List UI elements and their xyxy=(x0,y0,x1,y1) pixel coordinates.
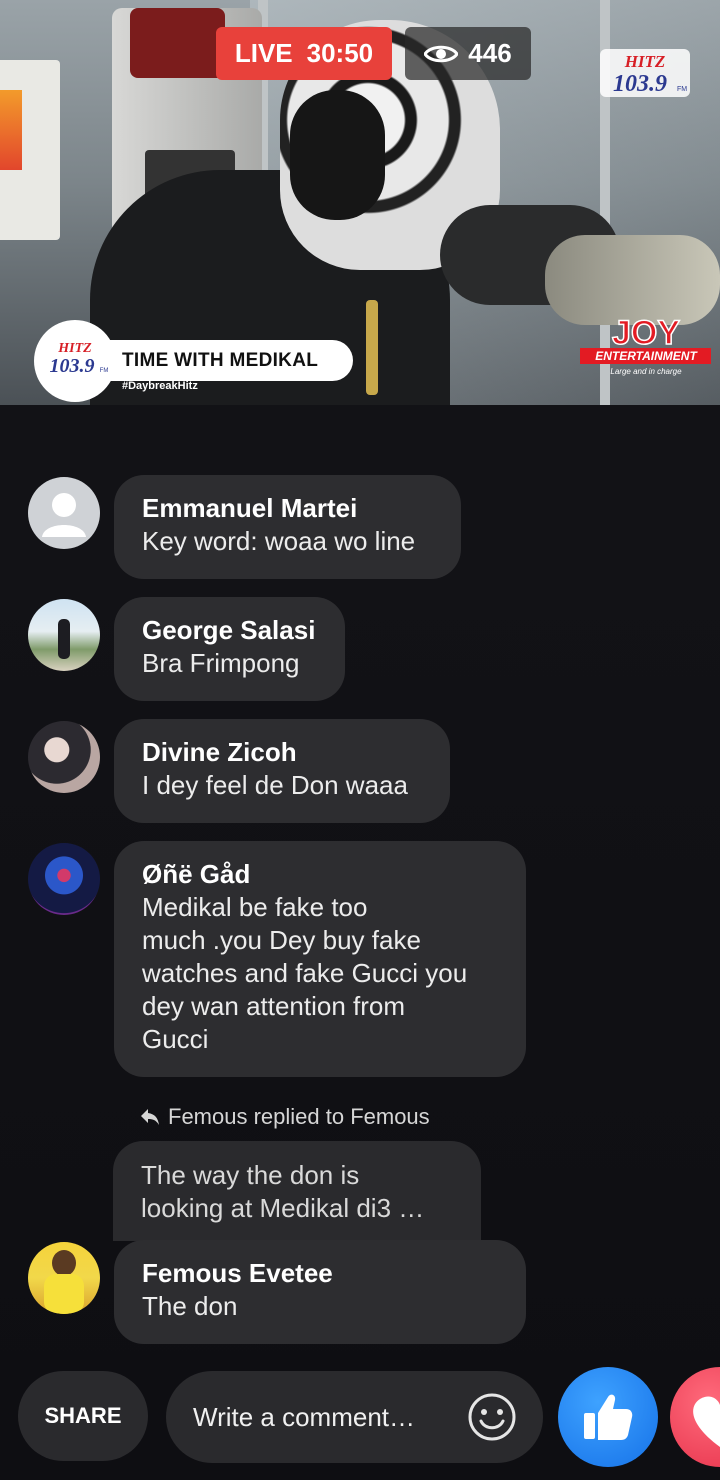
comment-text-line: much .you Dey buy fake xyxy=(142,925,421,955)
joy-entertainment-logo: JOY ENTERTAINMENT Large and in charge xyxy=(580,313,711,376)
thumbs-up-icon xyxy=(584,1394,633,1440)
reply-context-label[interactable]: Femous replied to Femous xyxy=(140,1104,430,1130)
hitz-logo-suffix: FM xyxy=(677,86,687,93)
comment-bubble[interactable]: Øñë Gåd Medikal be fake too much .you De… xyxy=(114,841,526,1077)
comment-author[interactable]: Femous Evetee xyxy=(142,1256,498,1290)
comment-author[interactable]: George Salasi xyxy=(142,613,317,647)
default-avatar[interactable] xyxy=(28,477,100,549)
studio-sign-accent xyxy=(0,90,22,170)
show-hashtag: #DaybreakHitz xyxy=(122,380,198,392)
comment-author[interactable]: Øñë Gåd xyxy=(142,857,498,891)
joy-logo-sub: ENTERTAINMENT xyxy=(595,349,698,363)
heart-icon xyxy=(693,1396,720,1447)
comment-text: Bra Frimpong xyxy=(142,648,300,678)
show-title: TIME WITH MEDIKAL xyxy=(122,350,319,371)
chain-necklace xyxy=(366,300,378,395)
coffee-machine-top xyxy=(130,8,225,78)
reply-text-line: The way the don is xyxy=(141,1160,360,1190)
joy-logo-tagline: Large and in charge xyxy=(610,367,682,376)
hitz-logo-line1: HITZ xyxy=(624,52,666,71)
viewer-count-badge: 446 xyxy=(405,27,531,80)
live-label: LIVE xyxy=(234,38,293,68)
hitz-logo-small: HITZ 103.9 FM xyxy=(50,341,109,377)
comment-input-placeholder: Write a comment… xyxy=(193,1401,416,1432)
headphones xyxy=(290,90,385,220)
reply-arrow-icon xyxy=(141,1109,159,1125)
live-video-player[interactable]: LIVE 30:50 446 HITZ 103.9 FM JOY ENTERTA… xyxy=(0,0,720,405)
user-silhouette-icon xyxy=(42,493,86,537)
reply-label-text: Femous replied to Femous xyxy=(168,1104,430,1129)
lt-logo-line1: HITZ xyxy=(57,341,92,356)
comment-author[interactable]: Divine Zicoh xyxy=(142,735,422,769)
comment-author[interactable]: Emmanuel Martei xyxy=(142,491,433,525)
comment-input[interactable]: Write a comment… xyxy=(166,1371,543,1463)
comment-bubble[interactable]: Emmanuel Martei Key word: woaa wo line xyxy=(114,475,461,579)
lower-third-logo-circle: HITZ 103.9 FM xyxy=(34,320,116,402)
comment-text: Key word: woaa wo line xyxy=(142,526,416,556)
lt-logo-line2: 103.9 xyxy=(50,355,95,377)
comment-bubble[interactable]: George Salasi Bra Frimpong xyxy=(114,597,345,701)
love-reaction-button[interactable] xyxy=(670,1367,720,1467)
replied-comment-preview[interactable]: The way the don is looking at Medikal di… xyxy=(113,1141,481,1241)
avatar[interactable] xyxy=(28,599,100,671)
share-button[interactable]: SHARE xyxy=(18,1371,148,1461)
show-lower-third: HITZ 103.9 FM TIME WITH MEDIKAL #Daybrea… xyxy=(18,320,358,402)
comment-text-line: Medikal be fake too xyxy=(142,892,368,922)
reply-text-line: looking at Medikal di3 … xyxy=(141,1193,425,1223)
smiley-icon[interactable] xyxy=(467,1392,517,1442)
avatar[interactable] xyxy=(28,721,100,793)
hitz-logo: HITZ 103.9 FM xyxy=(600,49,690,97)
like-reaction-button[interactable] xyxy=(558,1367,658,1467)
joy-logo-name: JOY xyxy=(612,314,680,352)
viewer-count: 446 xyxy=(468,38,512,68)
avatar[interactable] xyxy=(28,1242,100,1314)
comment-text-line: dey wan attention from xyxy=(142,991,406,1021)
comment-text: I dey feel de Don waaa xyxy=(142,770,408,800)
comment-bubble[interactable]: Divine Zicoh I dey feel de Don waaa xyxy=(114,719,450,823)
comment-text-line: Gucci xyxy=(142,1024,209,1054)
live-badge: LIVE 30:50 xyxy=(216,27,392,80)
comment-bubble[interactable]: Femous Evetee The don xyxy=(114,1240,526,1344)
live-video-screen: LIVE 30:50 446 HITZ 103.9 FM JOY ENTERTA… xyxy=(0,0,720,1480)
lt-logo-suffix: FM xyxy=(100,368,109,374)
elapsed-time: 30:50 xyxy=(306,38,374,68)
avatar[interactable] xyxy=(28,843,100,915)
comment-text-line: watches and fake Gucci you xyxy=(142,958,468,988)
eye-icon xyxy=(424,45,459,62)
hitz-logo-line2: 103.9 xyxy=(613,71,667,97)
comment-text: The don xyxy=(142,1291,238,1321)
